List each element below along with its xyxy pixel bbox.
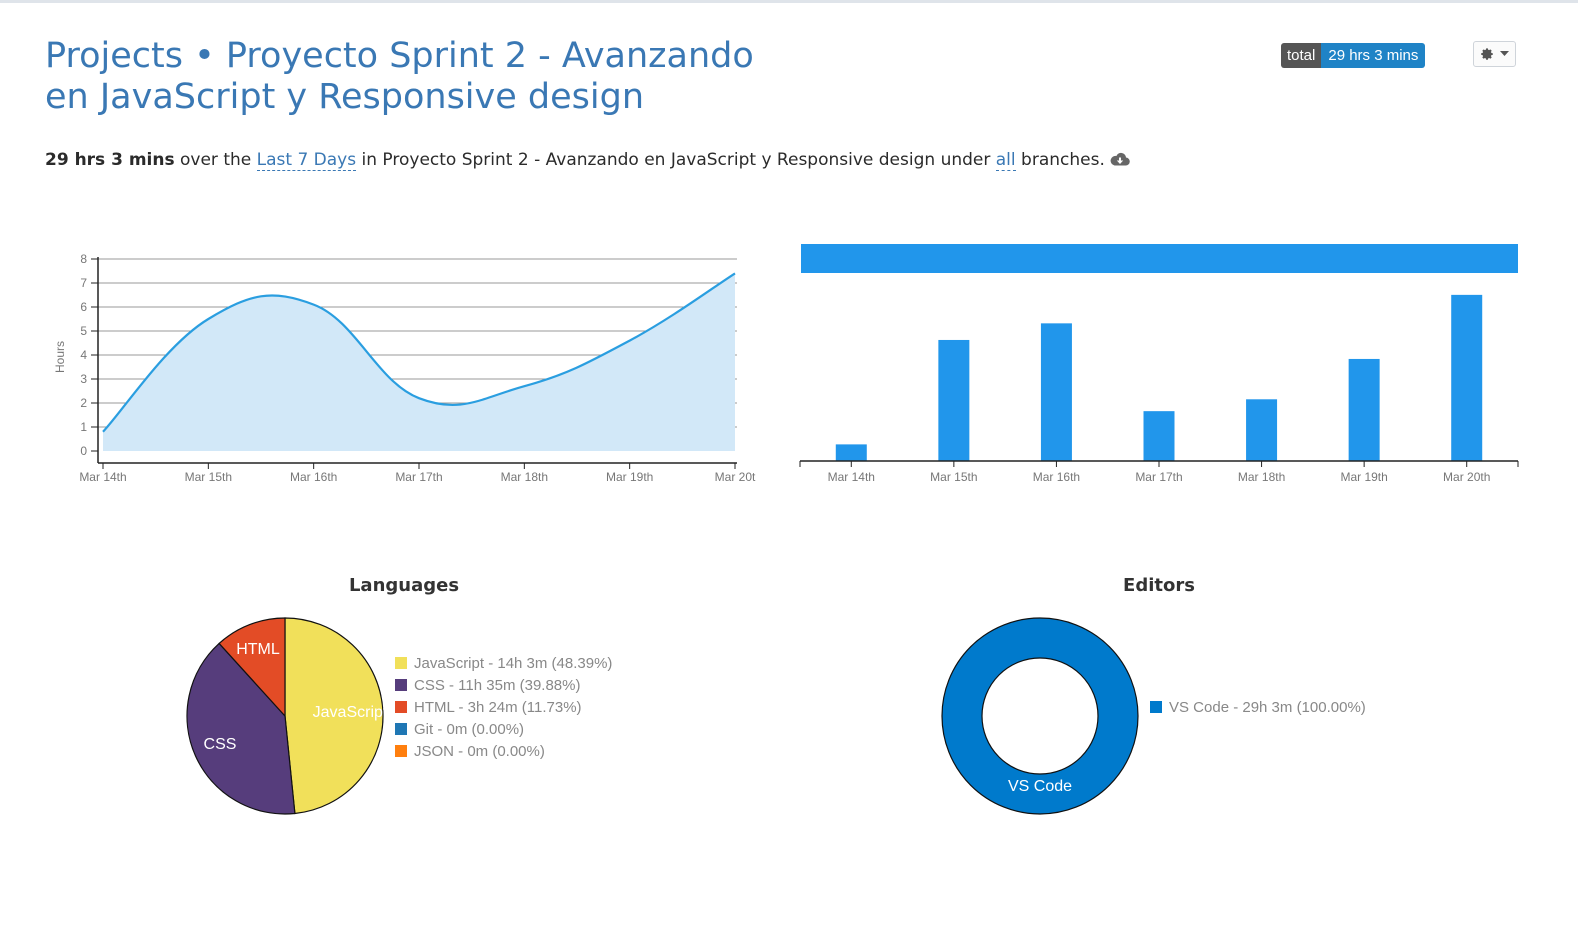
bar	[835, 444, 867, 461]
languages-legend: JavaScript - 14h 3m (48.39%) CSS - 11h 35…	[395, 652, 612, 762]
summary-total: 29 hrs 3 mins	[45, 150, 175, 170]
bar	[1143, 411, 1175, 461]
legend-label: JavaScript - 14h 3m (48.39%)	[414, 654, 613, 672]
x-tick-label: Mar 16th	[1033, 470, 1080, 484]
x-tick-label: Mar 19th	[606, 470, 653, 484]
editors-donut-chart: VS Code	[941, 617, 1139, 815]
area-fill	[103, 273, 735, 451]
languages-pie-chart: JavaScript CSS HTML	[186, 617, 388, 815]
x-tick-label: Mar 20th	[1443, 470, 1490, 484]
date-range-link[interactable]: Last 7 Days	[256, 150, 357, 171]
total-badge: total 29 hrs 3 mins	[1281, 43, 1426, 68]
editors-title: Editors	[1123, 575, 1195, 596]
y-tick-label: 6	[80, 300, 87, 314]
x-tick-label: Mar 14th	[79, 470, 126, 484]
chart-header-bar	[801, 244, 1518, 273]
legend-item[interactable]: CSS - 11h 35m (39.88%)	[395, 674, 612, 696]
top-border	[0, 0, 1578, 3]
y-axis-label: Hours	[53, 341, 67, 373]
bar	[1246, 399, 1278, 461]
bar	[1348, 358, 1380, 461]
legend-item[interactable]: Git - 0m (0.00%)	[395, 718, 612, 740]
languages-title: Languages	[348, 575, 460, 596]
hours-area-chart: 0 1 2 3 4 5 6 7 8 Mar 14th Mar 15th Mar 16th Mar 17t…	[53, 252, 756, 484]
legend-item[interactable]: HTML - 3h 24m (11.73%)	[395, 696, 612, 718]
legend-swatch	[395, 701, 407, 713]
donut-hole	[981, 657, 1099, 775]
legend-swatch	[395, 679, 407, 691]
legend-swatch	[395, 657, 407, 669]
legend-label: JSON - 0m (0.00%)	[414, 742, 545, 760]
slice-label: VS Code	[1008, 778, 1072, 795]
legend-label: Git - 0m (0.00%)	[414, 720, 525, 738]
y-tick-label: 5	[80, 324, 87, 338]
summary-in-project: in Proyecto Sprint 2 - Avanzando en Java…	[361, 150, 991, 170]
legend-label: CSS - 11h 35m (39.88%)	[414, 676, 581, 694]
x-tick-label: Mar 17th	[395, 470, 442, 484]
x-tick-label: Mar 20t	[715, 470, 756, 484]
y-tick-label: 2	[80, 396, 87, 410]
y-tick-label: 1	[80, 420, 87, 434]
x-tick-label: Mar 15th	[930, 470, 977, 484]
x-tick-label: Mar 18th	[501, 470, 548, 484]
title-separator: •	[194, 36, 215, 76]
x-tick-label: Mar 16th	[290, 470, 337, 484]
legend-swatch	[1150, 701, 1162, 713]
legend-item[interactable]: JavaScript - 14h 3m (48.39%)	[395, 652, 612, 674]
x-tick-label: Mar 14th	[828, 470, 875, 484]
legend-item[interactable]: VS Code - 29h 3m (100.00%)	[1150, 696, 1366, 718]
y-tick-label: 3	[80, 372, 87, 386]
summary-branches: branches.	[1021, 150, 1105, 170]
bar	[1451, 294, 1483, 461]
y-tick-label: 0	[80, 444, 87, 458]
summary-over-the: over the	[180, 150, 252, 170]
bar	[1040, 323, 1072, 461]
legend-label: VS Code - 29h 3m (100.00%)	[1169, 698, 1366, 716]
cloud-download-icon[interactable]	[1110, 152, 1131, 166]
settings-dropdown-button[interactable]	[1473, 41, 1516, 67]
legend-item[interactable]: JSON - 0m (0.00%)	[395, 740, 612, 762]
branches-link[interactable]: all	[995, 150, 1016, 171]
y-tick-label: 4	[80, 348, 87, 362]
x-tick-label: Mar 15th	[185, 470, 232, 484]
slice-label: CSS	[204, 736, 237, 753]
legend-swatch	[395, 723, 407, 735]
legend-label: HTML - 3h 24m (11.73%)	[414, 698, 582, 716]
daily-bar-chart: Mar 14th Mar 15th Mar 16th Mar 17th Mar 18th…	[799, 244, 1519, 484]
legend-swatch	[395, 745, 407, 757]
editors-legend: VS Code - 29h 3m (100.00%)	[1150, 696, 1366, 718]
projects-link[interactable]: Projects	[45, 36, 183, 76]
summary-sentence: 29 hrs 3 mins over the Last 7 Days in Pr…	[45, 147, 1445, 173]
total-badge-label: total	[1281, 43, 1322, 68]
x-tick-label: Mar 17th	[1135, 470, 1182, 484]
y-tick-label: 7	[80, 276, 87, 290]
bar	[938, 339, 970, 461]
x-tick-label: Mar 19th	[1340, 470, 1387, 484]
total-badge-value: 29 hrs 3 mins	[1321, 43, 1426, 68]
x-tick-label: Mar 18th	[1238, 470, 1285, 484]
slice-label: JavaScript	[313, 704, 388, 721]
y-tick-label: 8	[80, 252, 87, 266]
slice-label: HTML	[236, 641, 280, 658]
caret-down-icon	[1500, 51, 1509, 56]
gear-icon	[1481, 48, 1493, 60]
page-title: Projects • Proyecto Sprint 2 - Avanzando…	[45, 36, 805, 118]
